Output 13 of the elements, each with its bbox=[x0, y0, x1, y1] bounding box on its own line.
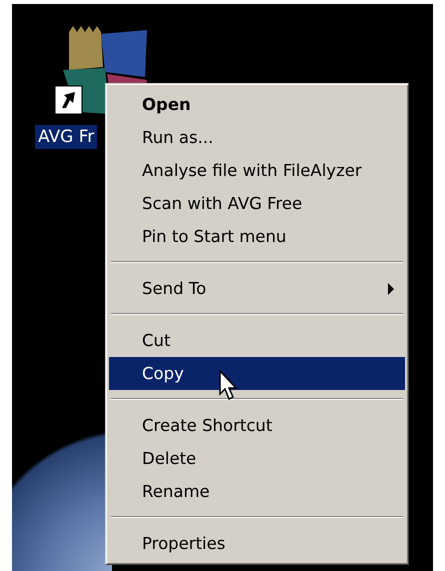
menu-item[interactable]: Scan with AVG Free bbox=[109, 187, 405, 220]
menu-item[interactable]: Cut bbox=[109, 324, 405, 357]
menu-item[interactable]: Copy bbox=[109, 357, 405, 390]
menu-item[interactable]: Create Shortcut bbox=[109, 409, 405, 442]
menu-item[interactable]: Open bbox=[109, 88, 405, 121]
menu-item[interactable]: Delete bbox=[109, 442, 405, 475]
menu-item[interactable]: Pin to Start menu bbox=[109, 220, 405, 253]
menu-item[interactable]: Properties bbox=[109, 527, 405, 560]
menu-item[interactable]: Run as... bbox=[109, 121, 405, 154]
menu-item[interactable]: Analyse file with FileAlyzer bbox=[109, 154, 405, 187]
desktop-icon-label[interactable]: AVG Fr bbox=[35, 125, 98, 149]
menu-item[interactable]: Rename bbox=[109, 475, 405, 508]
menu-item[interactable]: Send To bbox=[109, 272, 405, 305]
